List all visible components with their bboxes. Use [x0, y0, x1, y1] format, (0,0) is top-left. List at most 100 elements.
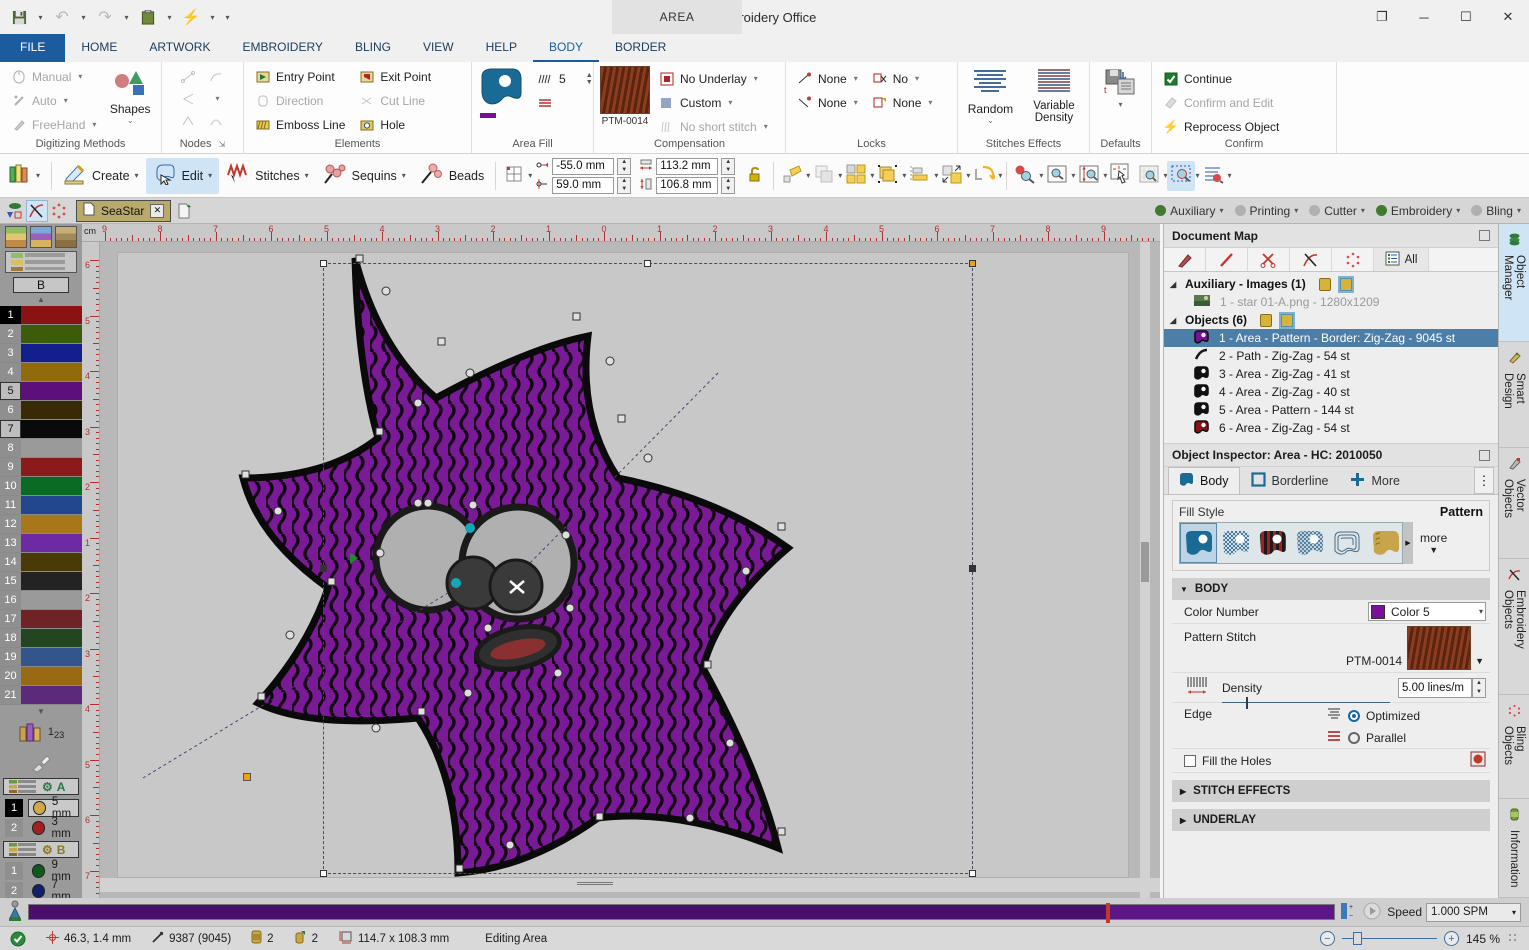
palette-row-20[interactable]: 20	[0, 667, 82, 686]
density-input[interactable]	[1398, 678, 1472, 698]
variable-density-button[interactable]: Variable Density	[1025, 65, 1083, 124]
needle-row-1[interactable]: 15 mm	[3, 798, 79, 818]
output-caret-icon[interactable]: ▾	[1517, 206, 1521, 215]
fill-holes-checkbox[interactable]	[1184, 755, 1196, 767]
ribbon-tab-body[interactable]: BODY	[533, 34, 599, 62]
shapes-caret-icon[interactable]: ⌄	[127, 116, 134, 125]
ribbon-tab-file[interactable]: FILE	[0, 34, 65, 62]
position-y-spinner[interactable]: ▲▼	[617, 177, 631, 194]
document-tab-seastar[interactable]: SeaStar ✕	[76, 200, 171, 222]
palette-row-9[interactable]: 9	[0, 458, 82, 477]
resize-grip-icon[interactable]	[1507, 932, 1521, 946]
palette-color-swatch[interactable]	[21, 667, 82, 685]
vertical-scroll-thumb[interactable]	[1141, 542, 1149, 582]
node-corner-button[interactable]	[175, 87, 203, 110]
tab-body[interactable]: Body	[1168, 467, 1240, 494]
zoom-object-button[interactable]	[1167, 161, 1195, 191]
speed-caret-icon[interactable]: ▾	[1512, 908, 1516, 917]
palette-color-swatch[interactable]	[21, 515, 82, 533]
design-canvas[interactable]	[100, 242, 1160, 898]
edit-tool-button[interactable]: Edit ▾	[146, 158, 220, 194]
color-number-combo[interactable]: Color 5 ▾	[1368, 602, 1486, 621]
create-caret-icon[interactable]: ▾	[135, 171, 139, 180]
auto-digitizing-button[interactable]: Auto ▾	[6, 89, 101, 112]
embroidery-view-icon[interactable]	[26, 200, 48, 222]
short-stitch-button[interactable]: No short stitch ▾	[654, 115, 773, 138]
lock-start-caret-icon[interactable]: ▾	[854, 74, 858, 83]
node-smooth-button[interactable]	[203, 109, 231, 132]
tree-item[interactable]: 1 - Area - Pattern - Border: Zig-Zag - 9…	[1164, 329, 1498, 347]
nodes-dialog-launcher-icon[interactable]: ⇲	[219, 140, 226, 149]
zoom-selection-button[interactable]	[1043, 161, 1071, 191]
mirror-caret-icon[interactable]: ▾	[998, 171, 1002, 180]
lock-end-caret-icon[interactable]: ▾	[854, 98, 858, 107]
zoom-in-button[interactable]: +	[1444, 931, 1459, 946]
numbering-icon[interactable]: 123	[48, 726, 64, 740]
progress-marker[interactable]	[1106, 903, 1110, 923]
palette-color-swatch[interactable]	[21, 420, 82, 438]
tree-collapse-icon[interactable]: ◢	[1170, 280, 1180, 289]
palette-row-7[interactable]: 7	[0, 420, 82, 439]
thread-meter-icon[interactable]: +−	[1339, 901, 1359, 924]
emboss-line-button[interactable]: Emboss Line	[250, 113, 350, 136]
output-caret-icon[interactable]: ▾	[1361, 206, 1365, 215]
palette-row-18[interactable]: 18	[0, 629, 82, 648]
needle-size-box[interactable]: 3 mm	[28, 819, 79, 837]
manual-caret-icon[interactable]: ▾	[78, 72, 82, 81]
pattern-stitch-preview[interactable]	[1407, 626, 1471, 670]
dm-embroidery-icon[interactable]	[1290, 248, 1332, 271]
palette-row-11[interactable]: 11	[0, 496, 82, 515]
zoom-slider-track[interactable]	[1342, 938, 1437, 939]
lock-icon[interactable]	[1260, 314, 1272, 327]
freehand-caret-icon[interactable]: ▾	[92, 120, 96, 129]
stitches-tool-button[interactable]: Stitches ▾	[219, 158, 315, 194]
color-palette-caret-icon[interactable]: ▾	[36, 171, 40, 180]
palette-b-button[interactable]: B	[13, 277, 69, 293]
width-spinner[interactable]: ▲▼	[721, 158, 735, 175]
lock-end-combo[interactable]: None ▾	[792, 91, 863, 114]
edge-parallel-option[interactable]: Parallel	[1326, 729, 1486, 746]
tree-group[interactable]: ◢Auxiliary - Images (1)	[1164, 275, 1498, 293]
anchor-grid-button[interactable]	[500, 161, 528, 191]
selection-bounding-box[interactable]	[323, 263, 973, 874]
pattern-swatch[interactable]	[600, 66, 650, 114]
palette-color-swatch[interactable]	[21, 648, 82, 666]
palette-scroll-up-icon[interactable]: ▲	[37, 295, 45, 304]
selection-handle-bottom-left[interactable]	[320, 870, 327, 877]
palette-color-swatch[interactable]	[21, 382, 82, 400]
palette-scroll-down-icon[interactable]: ▼	[37, 707, 45, 716]
palette-row-17[interactable]: 17	[0, 610, 82, 629]
palette-color-swatch[interactable]	[21, 325, 82, 343]
reprocess-button[interactable]: ⚡	[178, 5, 204, 29]
palette-color-swatch[interactable]	[21, 553, 82, 571]
needle-row-1[interactable]: 19 mm	[3, 861, 79, 881]
lock-start-combo[interactable]: None ▾	[792, 67, 863, 90]
palette-color-swatch[interactable]	[21, 572, 82, 590]
edge-optimized-radio[interactable]	[1348, 710, 1360, 722]
vertical-tab-information[interactable]: Information	[1499, 799, 1529, 898]
vertical-tab-bling-objects[interactable]: Bling Objects	[1499, 695, 1529, 799]
beads-tool-button[interactable]: Beads	[413, 158, 491, 194]
vertical-ruler[interactable]: 654321234567	[82, 242, 100, 898]
selection-handle-bottom-right[interactable]	[969, 870, 976, 877]
trim-combo[interactable]: No ▾	[867, 67, 938, 90]
ribbon-tab-bling[interactable]: BLING	[339, 34, 407, 62]
height-spinner[interactable]: ▲▼	[721, 177, 735, 194]
needle-chart-a[interactable]: ⚙ A	[3, 778, 79, 795]
zoom-height-button[interactable]	[1075, 161, 1103, 191]
fill-style-cross[interactable]	[1291, 523, 1328, 563]
needle-chart-b[interactable]: ⚙ B	[3, 841, 79, 858]
tree-item[interactable]: 3 - Area - Zig-Zag - 41 st	[1164, 365, 1498, 383]
output-caret-icon[interactable]: ▾	[1456, 206, 1460, 215]
fill-lines-button[interactable]	[532, 91, 598, 114]
output-toggle-printing[interactable]: Printing▾	[1231, 200, 1303, 222]
reprocess-caret-icon[interactable]: ▾	[206, 5, 219, 29]
sequins-tool-button[interactable]: Sequins ▾	[316, 158, 413, 194]
palette-color-swatch[interactable]	[21, 629, 82, 647]
edit-caret-icon[interactable]: ▾	[208, 171, 212, 180]
tie-combo[interactable]: None ▾	[867, 91, 938, 114]
mirror-button[interactable]	[970, 161, 998, 191]
density-slider-knob[interactable]	[1246, 697, 1248, 709]
resize-button[interactable]	[938, 161, 966, 191]
edge-optimized-option[interactable]: Optimized	[1326, 707, 1486, 724]
